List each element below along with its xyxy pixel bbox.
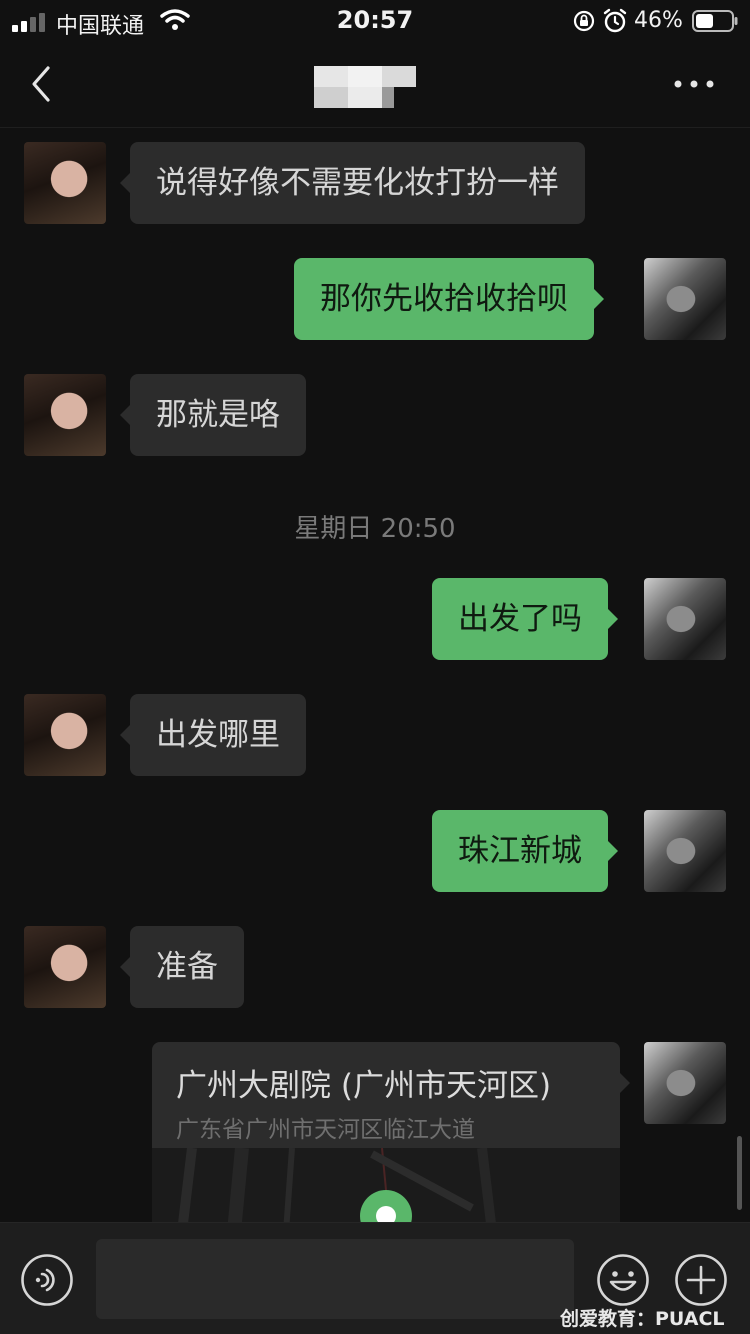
message-bubble-received[interactable]: 准备 (120, 926, 244, 1008)
alarm-icon (603, 8, 627, 33)
location-card-tail (620, 1073, 630, 1093)
message-list[interactable]: 说得好像不需要化妆打扮一样 那你先收拾收拾呗 那就是咯 星期日 20:50 出发… (0, 128, 750, 1222)
my-avatar[interactable] (644, 258, 726, 340)
message-bubble-received[interactable]: 那就是咯 (120, 374, 306, 456)
back-button[interactable] (26, 64, 56, 104)
battery-icon (692, 10, 738, 32)
emoji-icon[interactable] (596, 1253, 650, 1307)
my-avatar[interactable] (644, 810, 726, 892)
contact-avatar[interactable] (24, 374, 106, 456)
contact-avatar[interactable] (24, 142, 106, 224)
voice-icon[interactable] (20, 1253, 74, 1307)
message-bubble-sent[interactable]: 珠江新城 (432, 810, 618, 892)
location-name: 广州大剧院 (广州市天河区) (176, 1068, 552, 1104)
contact-avatar[interactable] (24, 694, 106, 776)
message-input[interactable] (96, 1239, 574, 1319)
plus-icon[interactable] (674, 1253, 728, 1307)
contact-avatar[interactable] (24, 926, 106, 1008)
time-divider: 星期日 20:50 (294, 514, 456, 544)
map-preview (152, 1148, 620, 1222)
watermark: 创爱教育：PUACL (560, 1308, 725, 1330)
message-bubble-received[interactable]: 说得好像不需要化妆打扮一样 (120, 142, 585, 224)
message-bubble-sent[interactable]: 那你先收拾收拾呗 (294, 258, 604, 340)
location-card[interactable]: 广州大剧院 (广州市天河区) 广东省广州市天河区临江大道 (152, 1042, 620, 1222)
rotation-lock-icon (573, 10, 595, 32)
status-bar: 中国联通 20:57 46% (0, 0, 750, 42)
more-button[interactable] (672, 72, 716, 96)
my-avatar[interactable] (644, 578, 726, 660)
battery-percent: 46% (634, 8, 683, 33)
my-avatar[interactable] (644, 1042, 726, 1124)
chat-header (0, 42, 750, 128)
contact-name-blurred[interactable] (314, 66, 416, 108)
message-bubble-sent[interactable]: 出发了吗 (432, 578, 618, 660)
scrollbar[interactable] (737, 1136, 742, 1210)
location-address: 广东省广州市天河区临江大道 (176, 1117, 475, 1143)
message-bubble-received[interactable]: 出发哪里 (120, 694, 306, 776)
